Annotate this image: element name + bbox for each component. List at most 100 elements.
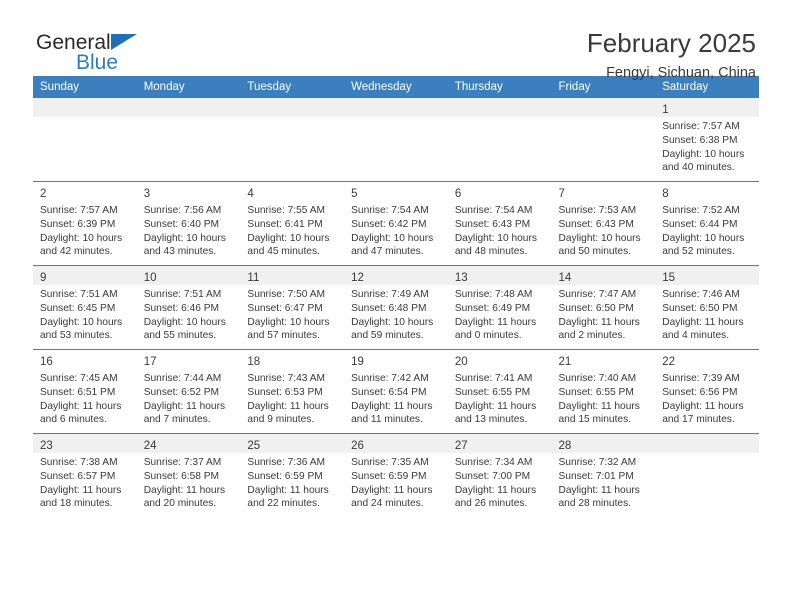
calendar-day-cell (33, 98, 137, 182)
calendar-day-cell[interactable]: 18 Sunrise: 7:43 AM Sunset: 6:53 PM Dayligh… (240, 349, 345, 434)
sunrise-text: Sunrise: 7:44 AM (143, 373, 222, 384)
day-cell-content: 28 Sunrise: 7:32 AM Sunset: 7:01 PM Dayligh… (551, 434, 656, 517)
calendar-day-cell[interactable]: 25 Sunrise: 7:36 AM Sunset: 6:59 PM Dayligh… (240, 433, 345, 517)
day-cell-content (447, 98, 552, 181)
day-cell-details: Sunrise: 7:39 AM Sunset: 6:56 PM Daylight:… (655, 369, 759, 427)
calendar-day-cell[interactable]: 7 Sunrise: 7:53 AM Sunset: 6:43 PM Daylight… (551, 181, 656, 266)
day-cell-details: Sunrise: 7:56 AM Sunset: 6:40 PM Daylight:… (137, 201, 241, 259)
calendar-day-cell[interactable]: 21 Sunrise: 7:40 AM Sunset: 6:55 PM Dayligh… (551, 349, 656, 434)
day-number: 4 (247, 188, 254, 200)
calendar-day-cell[interactable]: 16 Sunrise: 7:45 AM Sunset: 6:51 PM Dayligh… (33, 349, 137, 434)
sunrise-text: Sunrise: 7:41 AM (454, 373, 533, 384)
calendar-day-cell[interactable]: 6 Sunrise: 7:54 AM Sunset: 6:43 PM Daylight… (447, 181, 552, 266)
day-cell-content: 6 Sunrise: 7:54 AM Sunset: 6:43 PM Daylight… (447, 182, 552, 265)
calendar-day-cell[interactable]: 1 Sunrise: 7:57 AM Sunset: 6:38 PM Daylight… (655, 98, 759, 182)
day-number-bar: 4 (240, 182, 345, 201)
sunset-text: Sunset: 6:45 PM (40, 302, 116, 314)
calendar-day-cell[interactable]: 11 Sunrise: 7:50 AM Sunset: 6:47 PM Dayligh… (240, 265, 345, 350)
day-number: 14 (558, 272, 572, 284)
sunset-text: Sunset: 6:48 PM (351, 302, 427, 314)
day-number: 5 (351, 188, 358, 200)
day-cell-content (33, 98, 137, 181)
calendar-day-cell[interactable]: 28 Sunrise: 7:32 AM Sunset: 7:01 PM Dayligh… (551, 433, 656, 517)
day-number-bar: 23 (33, 434, 137, 453)
calendar-day-cell[interactable]: 15 Sunrise: 7:46 AM Sunset: 6:50 PM Dayligh… (655, 265, 759, 350)
daylight-text-line2: and 50 minutes. (558, 246, 632, 258)
day-number: 25 (247, 440, 261, 452)
daylight-text-line1: Daylight: 11 hours (662, 400, 744, 412)
day-cell-content: 3 Sunrise: 7:56 AM Sunset: 6:40 PM Daylight… (136, 182, 241, 265)
calendar-day-cell[interactable]: 2 Sunrise: 7:57 AM Sunset: 6:39 PM Daylight… (33, 181, 137, 266)
daylight-text-line2: and 9 minutes. (247, 414, 315, 426)
day-number: 17 (143, 356, 157, 368)
calendar-week-row: 2 Sunrise: 7:57 AM Sunset: 6:39 PM Daylight… (33, 181, 759, 266)
logo-general-blue[interactable]: General Blue (36, 32, 166, 76)
calendar-day-cell[interactable]: 19 Sunrise: 7:42 AM Sunset: 6:54 PM Dayligh… (344, 349, 448, 434)
calendar-day-cell[interactable]: 23 Sunrise: 7:38 AM Sunset: 6:57 PM Dayligh… (33, 433, 137, 517)
calendar-day-cell[interactable]: 14 Sunrise: 7:47 AM Sunset: 6:50 PM Dayligh… (551, 265, 656, 350)
daylight-text-line1: Daylight: 10 hours (662, 148, 745, 160)
day-number: 19 (351, 356, 364, 368)
calendar-day-cell[interactable]: 8 Sunrise: 7:52 AM Sunset: 6:44 PM Daylight… (655, 181, 759, 266)
day-cell-details: Sunrise: 7:35 AM Sunset: 6:59 PM Daylight:… (344, 453, 448, 511)
calendar-day-cell[interactable]: 17 Sunrise: 7:44 AM Sunset: 6:52 PM Dayligh… (136, 349, 241, 434)
day-cell-content: 2 Sunrise: 7:57 AM Sunset: 6:39 PM Daylight… (33, 182, 137, 265)
day-cell-content: 12 Sunrise: 7:49 AM Sunset: 6:48 PM Dayligh… (344, 266, 448, 349)
weekday-header-sunday: Sunday (33, 76, 137, 98)
day-number: 18 (247, 356, 261, 368)
calendar-page: General Blue February 2025 Fengyi, Sichu… (0, 0, 792, 612)
sunrise-text: Sunrise: 7:43 AM (247, 373, 325, 384)
calendar-day-cell[interactable]: 3 Sunrise: 7:56 AM Sunset: 6:40 PM Daylight… (136, 181, 241, 266)
daylight-text-line1: Daylight: 11 hours (351, 484, 433, 496)
sunset-text: Sunset: 6:52 PM (143, 386, 220, 398)
sunrise-text: Sunrise: 7:34 AM (454, 457, 533, 468)
daylight-text-line2: and 57 minutes. (247, 330, 320, 342)
daylight-text-line2: and 7 minutes. (143, 414, 211, 426)
day-number-bar: 22 (655, 350, 759, 369)
calendar-day-cell (344, 98, 448, 182)
calendar-day-cell[interactable]: 10 Sunrise: 7:51 AM Sunset: 6:46 PM Dayligh… (136, 265, 241, 350)
sunset-text: Sunset: 6:43 PM (454, 218, 531, 230)
day-number-bar: 28 (551, 434, 656, 453)
calendar-day-cell[interactable]: 24 Sunrise: 7:37 AM Sunset: 6:58 PM Dayligh… (136, 433, 241, 517)
daylight-text-line2: and 48 minutes. (454, 246, 528, 258)
daylight-text-line2: and 0 minutes. (454, 330, 522, 342)
daylight-text-line1: Daylight: 11 hours (351, 400, 433, 412)
day-number-bar (344, 98, 448, 117)
day-cell-details: Sunrise: 7:38 AM Sunset: 6:57 PM Daylight:… (33, 453, 137, 511)
day-number-bar: 19 (344, 350, 448, 369)
sunset-text: Sunset: 6:57 PM (40, 470, 116, 482)
daylight-text-line1: Daylight: 11 hours (247, 484, 329, 496)
day-number-bar: 15 (655, 266, 759, 285)
daylight-text-line1: Daylight: 10 hours (662, 232, 745, 244)
calendar-day-cell[interactable]: 20 Sunrise: 7:41 AM Sunset: 6:55 PM Dayligh… (447, 349, 552, 434)
day-cell-content: 5 Sunrise: 7:54 AM Sunset: 6:42 PM Daylight… (344, 182, 448, 265)
calendar-day-cell[interactable]: 4 Sunrise: 7:55 AM Sunset: 6:41 PM Daylight… (240, 181, 345, 266)
day-cell-content: 1 Sunrise: 7:57 AM Sunset: 6:38 PM Daylight… (655, 98, 759, 181)
calendar-day-cell[interactable]: 26 Sunrise: 7:35 AM Sunset: 6:59 PM Dayligh… (344, 433, 448, 517)
calendar-week-row: 9 Sunrise: 7:51 AM Sunset: 6:45 PM Daylight… (33, 265, 759, 350)
calendar-day-cell[interactable]: 12 Sunrise: 7:49 AM Sunset: 6:48 PM Dayligh… (344, 265, 448, 350)
day-cell-details: Sunrise: 7:43 AM Sunset: 6:53 PM Daylight:… (240, 369, 344, 427)
sunset-text: Sunset: 6:38 PM (662, 134, 738, 146)
daylight-text-line1: Daylight: 11 hours (143, 484, 226, 496)
daylight-text-line2: and 4 minutes. (662, 330, 730, 342)
calendar-day-cell[interactable]: 5 Sunrise: 7:54 AM Sunset: 6:42 PM Daylight… (344, 181, 448, 266)
sunrise-text: Sunrise: 7:42 AM (351, 373, 429, 384)
day-number: 3 (143, 188, 151, 200)
sunrise-text: Sunrise: 7:50 AM (247, 289, 325, 300)
daylight-text-line1: Daylight: 10 hours (558, 232, 641, 244)
sunrise-text: Sunrise: 7:54 AM (454, 205, 533, 216)
day-cell-content: 20 Sunrise: 7:41 AM Sunset: 6:55 PM Dayligh… (447, 350, 552, 433)
daylight-text-line2: and 52 minutes. (662, 246, 735, 258)
day-cell-content: 9 Sunrise: 7:51 AM Sunset: 6:45 PM Daylight… (33, 266, 137, 349)
daylight-text-line2: and 40 minutes. (662, 162, 735, 174)
sunset-text: Sunset: 7:00 PM (454, 470, 531, 482)
sunrise-text: Sunrise: 7:49 AM (351, 289, 429, 300)
daylight-text-line1: Daylight: 11 hours (662, 316, 744, 328)
sunrise-text: Sunrise: 7:35 AM (351, 457, 429, 468)
calendar-day-cell[interactable]: 22 Sunrise: 7:39 AM Sunset: 6:56 PM Dayligh… (655, 349, 759, 434)
calendar-day-cell[interactable]: 9 Sunrise: 7:51 AM Sunset: 6:45 PM Daylight… (33, 265, 137, 350)
calendar-day-cell[interactable]: 13 Sunrise: 7:48 AM Sunset: 6:49 PM Dayligh… (447, 265, 552, 350)
calendar-day-cell[interactable]: 27 Sunrise: 7:34 AM Sunset: 7:00 PM Dayligh… (447, 433, 552, 517)
